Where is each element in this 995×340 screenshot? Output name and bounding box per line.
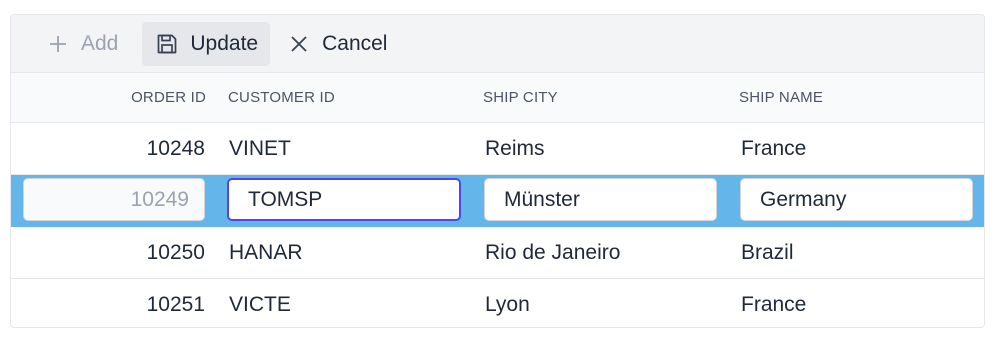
cell-ship-city: Rio de Janeiro xyxy=(485,241,621,264)
column-header-order-id[interactable]: ORDER ID xyxy=(11,73,206,122)
cell-order-id: 10251 xyxy=(146,293,205,316)
ship-name-field[interactable]: Germany xyxy=(740,178,973,221)
customer-id-field[interactable]: TOMSP xyxy=(227,178,461,221)
update-button[interactable]: Update xyxy=(142,21,271,66)
cell-ship-name: France xyxy=(741,293,807,316)
add-button-label: Add xyxy=(81,31,119,55)
cell-order-id: 10250 xyxy=(146,241,205,264)
cell-customer-id: VICTE xyxy=(229,293,291,316)
order-id-field: 10249 xyxy=(23,178,205,221)
cell-customer-id: HANAR xyxy=(229,241,303,264)
cell-ship-name: Brazil xyxy=(741,241,794,264)
plus-icon xyxy=(45,31,71,57)
table-row-editing[interactable]: 10249 TOMSP Münster Germany xyxy=(11,175,984,227)
ship-city-field[interactable]: Münster xyxy=(484,178,717,221)
update-button-label: Update xyxy=(190,31,259,55)
cell-order-id: 10248 xyxy=(146,137,205,160)
cell-ship-name: France xyxy=(741,137,807,160)
save-icon xyxy=(154,31,180,57)
cell-ship-city: Lyon xyxy=(485,293,530,316)
add-button[interactable]: Add xyxy=(33,22,130,66)
column-header-ship-name[interactable]: SHIP NAME xyxy=(739,73,823,122)
column-header-row: ORDER ID CUSTOMER ID SHIP CITY SHIP NAME xyxy=(11,73,984,123)
table-row[interactable]: 10251 VICTE Lyon France xyxy=(11,279,984,327)
table-row[interactable]: 10248 VINET Reims France xyxy=(11,123,984,175)
cell-ship-city: Reims xyxy=(485,137,545,160)
column-header-customer-id[interactable]: CUSTOMER ID xyxy=(228,73,335,122)
column-header-ship-city[interactable]: SHIP CITY xyxy=(483,73,558,122)
data-grid: Add Update Cancel ORDER ID CUSTOMER ID S… xyxy=(10,14,985,328)
table-row[interactable]: 10250 HANAR Rio de Janeiro Brazil xyxy=(11,227,984,279)
cancel-button[interactable]: Cancel xyxy=(274,22,399,66)
cancel-button-label: Cancel xyxy=(322,31,388,55)
close-icon xyxy=(286,31,312,57)
cell-customer-id: VINET xyxy=(229,137,291,160)
grid-toolbar: Add Update Cancel xyxy=(11,15,984,73)
grid-body: 10248 VINET Reims France 10249 TOMSP Mün… xyxy=(11,123,984,327)
